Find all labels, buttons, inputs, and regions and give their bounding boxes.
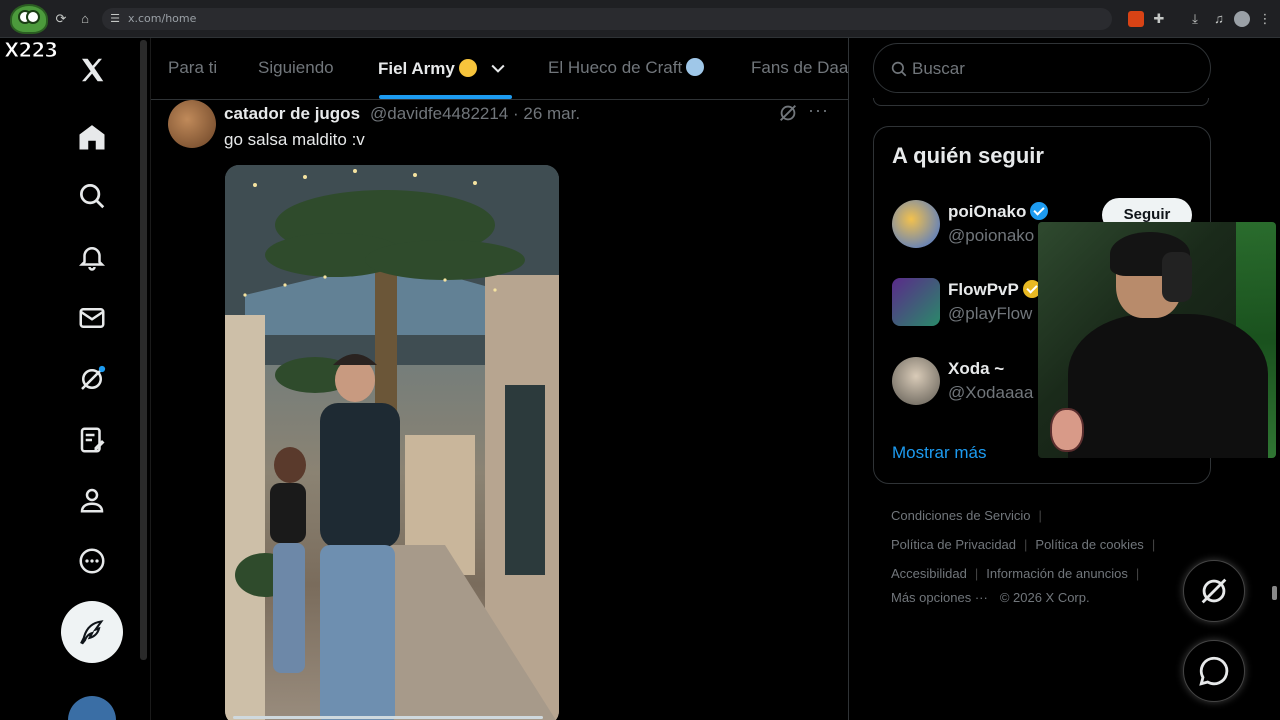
url-text: x.com/home — [128, 12, 197, 25]
footer-line: Accesibilidad | Información de anuncios | — [891, 566, 1140, 581]
footer-line: Condiciones de Servicio | — [891, 508, 1042, 523]
search-icon — [891, 61, 907, 77]
suggestion-avatar[interactable] — [892, 278, 940, 326]
ads-info-link[interactable]: Información de anuncios — [986, 566, 1128, 581]
suggestion-handle: @poionako — [948, 226, 1035, 245]
post-author-name[interactable]: catador de jugos — [224, 104, 360, 124]
show-more-link[interactable]: Mostrar más — [892, 443, 986, 463]
home-nav-icon[interactable] — [66, 111, 118, 163]
more-options-icon[interactable] — [66, 535, 118, 587]
post[interactable]: catador de jugos @davidfe4482214 · 26 ma… — [151, 100, 848, 720]
timeline-tabs: Para ti Siguiendo Fiel Army El Hueco de … — [151, 38, 848, 100]
home-icon[interactable]: ⌂ — [76, 10, 94, 28]
mascot-sticker — [1050, 408, 1084, 452]
grok-nav-icon[interactable] — [66, 353, 118, 405]
chevron-down-icon[interactable] — [488, 58, 508, 78]
emoji-icon — [458, 59, 477, 77]
tab-label: El Hueco de Craft — [548, 58, 683, 77]
terms-link[interactable]: Condiciones de Servicio — [891, 508, 1030, 523]
tab-el-hueco-de-craft[interactable]: El Hueco de Craft — [548, 58, 705, 78]
suggestion-name-text: FlowPvP — [948, 280, 1019, 299]
explore-search-icon[interactable] — [66, 170, 118, 222]
account-avatar[interactable] — [68, 696, 116, 720]
frog-logo-icon — [10, 4, 48, 34]
grok-float-button[interactable] — [1183, 560, 1245, 622]
post-handle-date[interactable]: @davidfe4482214 · 26 mar. — [370, 104, 580, 124]
extension-icon[interactable] — [1128, 11, 1144, 27]
tab-para-ti[interactable]: Para ti — [168, 58, 217, 78]
search-input[interactable]: Buscar — [873, 43, 1211, 93]
tab-fans-de-daa[interactable]: Fans de Daa — [751, 58, 848, 78]
extensions-puzzle-icon[interactable]: ✚ — [1150, 10, 1168, 28]
browser-toolbar: ⟳ ⌂ ☰ x.com/home ✚ ⤓ ♫ ⋮ — [0, 0, 1280, 38]
grok-icon — [1201, 578, 1227, 604]
main-timeline: Para ti Siguiendo Fiel Army El Hueco de … — [150, 38, 849, 720]
download-icon[interactable]: ⤓ — [1186, 10, 1204, 28]
address-bar[interactable]: ☰ x.com/home — [102, 8, 1112, 30]
accessibility-link[interactable]: Accesibilidad — [891, 566, 967, 581]
suggestion-handle: @playFlow — [948, 304, 1033, 323]
post-author-avatar[interactable] — [168, 100, 216, 148]
tab-label: Fiel Army — [378, 59, 455, 78]
notifications-bell-icon[interactable] — [66, 231, 118, 283]
suggestion-avatar[interactable] — [892, 357, 940, 405]
headset-icon — [1162, 252, 1192, 302]
chat-bubble-icon — [1199, 656, 1229, 686]
tab-fiel-army[interactable]: Fiel Army — [378, 58, 508, 79]
verified-badge-icon — [1030, 202, 1049, 220]
video-progress-bar[interactable] — [233, 716, 543, 719]
feather-quill-icon — [80, 620, 104, 645]
suggestion-name-text: poiOnako — [948, 202, 1027, 221]
copyright: © 2026 X Corp. — [999, 590, 1090, 605]
left-navigation — [0, 38, 150, 720]
post-video[interactable] — [225, 165, 559, 720]
who-to-follow-title: A quién seguir — [892, 143, 1044, 168]
streamer-badge: X223 — [3, 2, 59, 63]
search-placeholder: Buscar — [912, 59, 965, 78]
previous-module-bottom — [873, 98, 1209, 106]
emoji-icon — [686, 58, 705, 76]
suggestion-name[interactable]: poiOnako — [948, 202, 1049, 222]
browser-menu-icon[interactable]: ⋮ — [1256, 10, 1274, 28]
streamer-tag: X223 — [3, 38, 58, 63]
messages-float-button[interactable] — [1183, 640, 1245, 702]
footer-line: Política de Privacidad | Política de cooki… — [891, 537, 1156, 552]
privacy-link[interactable]: Política de Privacidad — [891, 537, 1016, 552]
site-settings-icon[interactable]: ☰ — [106, 10, 124, 28]
suggestion-name[interactable]: FlowPvP — [948, 280, 1041, 300]
left-scrollbar[interactable] — [140, 40, 147, 660]
suggestion-avatar[interactable] — [892, 200, 940, 248]
media-icon[interactable]: ♫ — [1210, 10, 1228, 28]
profile-icon[interactable] — [1234, 11, 1250, 27]
suggestion-name[interactable]: Xoda ~ — [948, 359, 1004, 379]
post-more-icon[interactable]: ··· — [808, 100, 829, 121]
video-frame — [225, 165, 559, 720]
grok-explain-icon[interactable] — [777, 102, 799, 124]
active-tab-indicator — [379, 95, 512, 99]
cam-person-body — [1068, 314, 1268, 458]
footer-line: Más opciones ··· © 2026 X Corp. — [891, 590, 1090, 605]
suggestion-handle: @Xodaaaa — [948, 383, 1034, 402]
cookies-link[interactable]: Política de cookies — [1035, 537, 1143, 552]
tab-siguiendo[interactable]: Siguiendo — [258, 58, 334, 78]
x-logo-icon[interactable] — [66, 44, 118, 96]
compose-post-button[interactable] — [61, 601, 123, 663]
profile-person-icon[interactable] — [66, 474, 118, 526]
page-scrollbar[interactable] — [1272, 586, 1277, 600]
more-options-link[interactable]: Más opciones ··· — [891, 590, 988, 605]
messages-mail-icon[interactable] — [66, 292, 118, 344]
webcam-overlay — [1038, 222, 1276, 458]
articles-compose-icon[interactable] — [66, 414, 118, 466]
post-text: go salsa maldito :v — [224, 130, 365, 149]
